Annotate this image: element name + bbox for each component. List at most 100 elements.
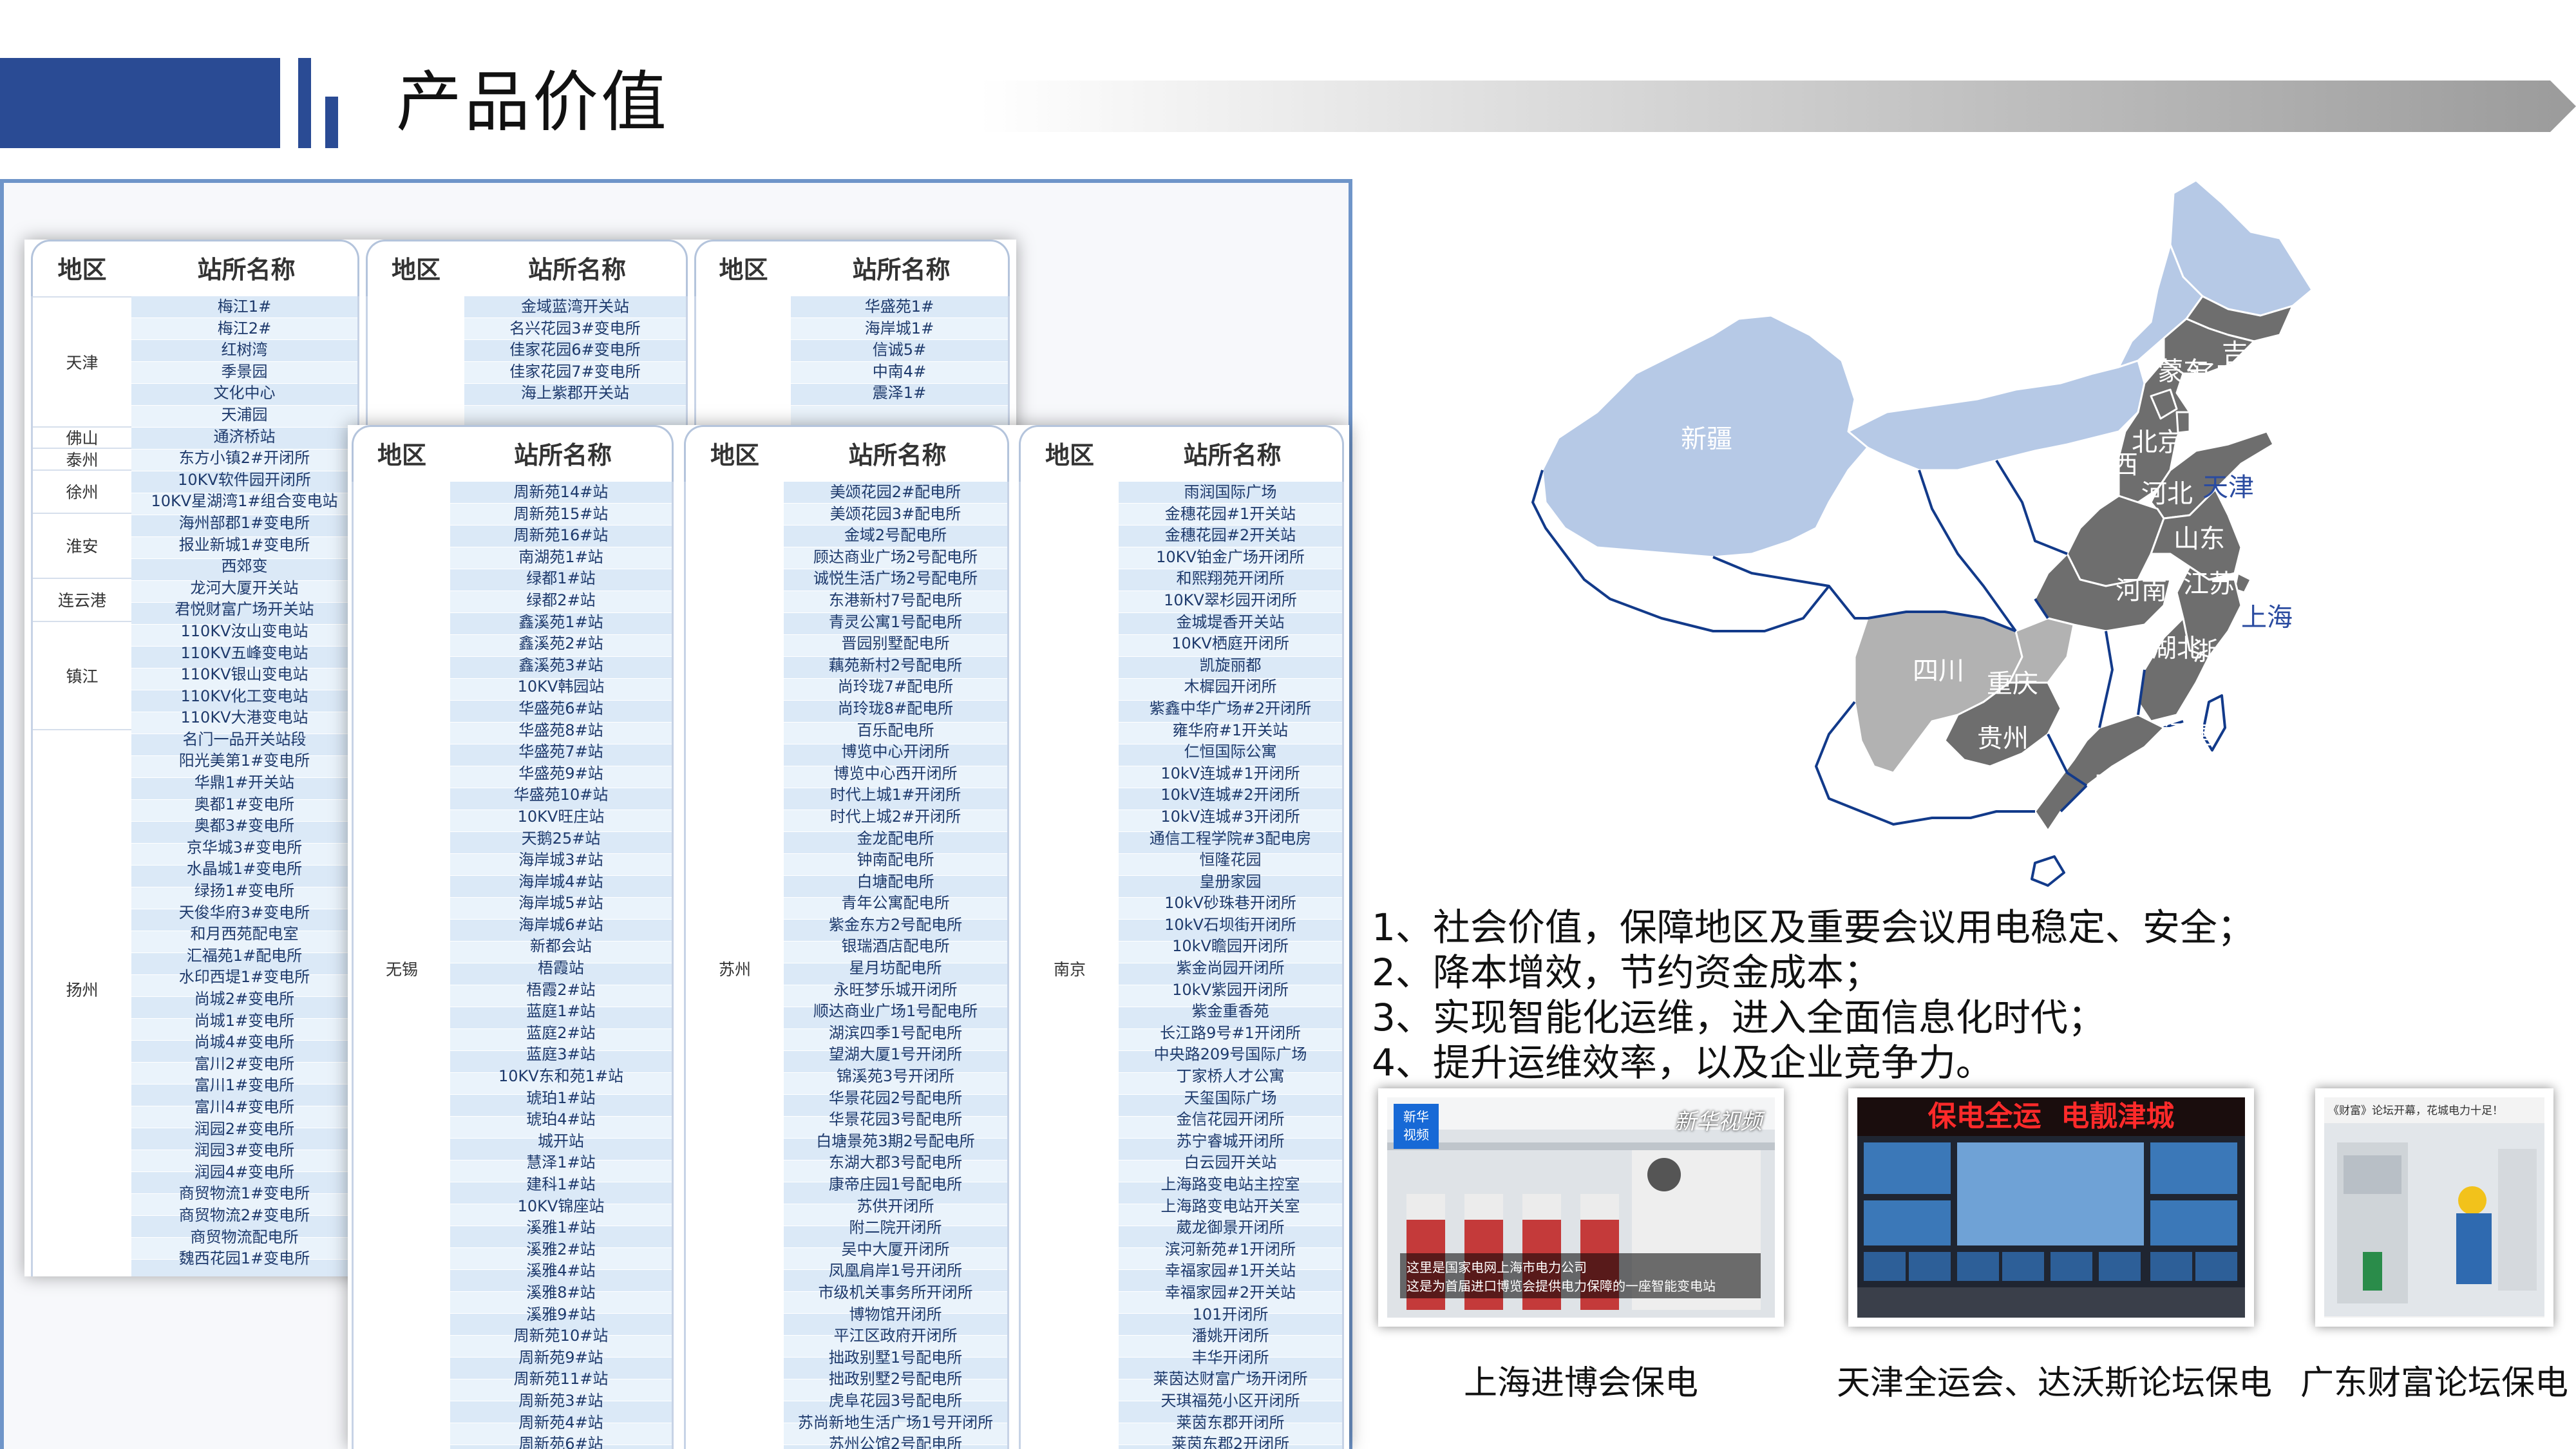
- station-name-cell: 天鹅25#站: [521, 829, 601, 848]
- photo-caption: 上海进博会保电: [1463, 1364, 1698, 1403]
- station-name-cell: 溪雅4#站: [526, 1262, 596, 1280]
- station-name-cell: 10KV韩园站: [517, 677, 605, 696]
- map-label-xinjiang: 新疆: [1681, 424, 1732, 454]
- region-cell: 徐州: [33, 469, 131, 513]
- map-label-tianjin: 天津: [2202, 473, 2254, 502]
- photo-guangdong-fortune-forum: 《财富》论坛开幕，花城电力十足！: [2315, 1088, 2553, 1327]
- region-cell: 无锡: [385, 960, 418, 979]
- station-name-cell: 周新苑16#站: [513, 526, 609, 545]
- station-name-cell: 晋园别墅配电所: [841, 634, 950, 653]
- station-name-cell: 华盛苑9#站: [518, 764, 603, 782]
- station-name-cell: 海岸城6#站: [518, 915, 603, 934]
- station-name-cell: 富川4#变电所: [194, 1097, 295, 1116]
- station-name-cell: 通信工程学院#3配电房: [1149, 829, 1312, 848]
- station-name-cell: 龙河大厦开关站: [190, 578, 299, 597]
- island-hainan: [2031, 855, 2065, 887]
- station-name-cell: 富川2#变电所: [194, 1054, 295, 1073]
- station-table-front: 地区 站所名称 周新苑14#站 周新苑15#站 周新苑16#站 南湖苑1#站 绿都1#站 绿都…: [348, 425, 1349, 1449]
- header-accent-line: [298, 58, 311, 148]
- station-name-cell: 10KV栖庭开闭所: [1171, 634, 1289, 653]
- station-name-cell: 10KV铂金广场开闭所: [1156, 547, 1305, 566]
- station-name-cell: 华景花园3号配电所: [828, 1110, 963, 1129]
- photo-caption: 广东财富论坛保电: [2300, 1364, 2568, 1403]
- table-column-group: 地区 站所名称 梅江1# 梅江2# 红树湾 季景园 文化中心 天浦园 通济桥站 东方小镇2#开闭所…: [31, 240, 359, 1276]
- station-name-cell: 梅江2#: [217, 319, 272, 337]
- table-header: 地区 站所名称: [684, 425, 1009, 482]
- station-name-cell: 海岸城5#站: [518, 894, 603, 913]
- region-cell: 扬州: [33, 729, 131, 1248]
- photo-caption: 天津全运会、达沃斯论坛保电: [1836, 1364, 2272, 1403]
- photo-tianjin-control-room: 保电全运 电靓津城: [1848, 1088, 2254, 1327]
- map-label-shandong: 山东: [2174, 524, 2225, 554]
- table-body: 周新苑14#站 周新苑15#站 周新苑16#站 南湖苑1#站 绿都1#站 绿都2#站 鑫溪苑…: [352, 482, 674, 1449]
- station-name-cell: 名兴花园3#变电所: [509, 319, 641, 337]
- station-name-cell: 梅江1#: [217, 298, 272, 316]
- station-name-cell: 10KV旺庄站: [517, 807, 605, 826]
- station-name-cell: 仁恒国际公寓: [1184, 743, 1277, 761]
- table-column-group: 地区 站所名称 美颂花园2#配电所 美颂花园3#配电所 金域2号配电所 顾达商业广场2号配…: [684, 425, 1009, 1449]
- station-name-cell: 美颂花园2#配电所: [829, 483, 961, 501]
- station-name-cell: 华盛苑6#站: [518, 699, 603, 717]
- station-name-cell: 博览中心开闭所: [841, 743, 950, 761]
- china-coverage-map: 黑龙江 吉林 辽宁 蒙东 蒙西 新疆 北京 天津 河北 山东 河南 江苏 上海 …: [1531, 179, 2412, 887]
- station-name-cell: 金信花园开闭所: [1176, 1110, 1285, 1129]
- header-station-name: 站所名称: [197, 256, 296, 284]
- value-point: 3、实现智能化运维，进入全面信息化时代；: [1372, 996, 2105, 1039]
- station-name-cell: 10KV翠杉园开闭所: [1164, 591, 1297, 609]
- station-name-cell: 和熙翔苑开闭所: [1176, 569, 1285, 588]
- station-name-cell: 周新苑4#站: [518, 1413, 603, 1432]
- station-name-cell: 华景花园2号配电所: [828, 1088, 963, 1107]
- monitor-wall: [1857, 1136, 2245, 1318]
- station-name-cell: 10kV紫园开闭所: [1172, 980, 1289, 999]
- station-name-cell: 润园2#变电所: [194, 1119, 295, 1138]
- station-name-cell: 润园4#变电所: [194, 1162, 295, 1181]
- station-name-cell: 商贸物流1#变电所: [178, 1184, 310, 1203]
- video-subtitle: 这里是国家电网上海市电力公司 这是为首届进口博览会提供电力保障的一座智能变电站: [1400, 1253, 1761, 1298]
- station-name-cell: 阳光美第1#变电所: [178, 752, 310, 770]
- station-name-cell: 10KV软件园开闭所: [178, 470, 311, 489]
- station-name-cell: 白塘配电所: [857, 872, 934, 891]
- station-name-cell: 锦溪苑3号开闭所: [836, 1067, 955, 1086]
- table-header: 地区 站所名称: [694, 240, 1010, 296]
- station-list: 美颂花园2#配电所 美颂花园3#配电所 金域2号配电所 顾达商业广场2号配电所 诚悦生活…: [784, 482, 1007, 1449]
- station-name-cell: 梧霞站: [538, 959, 584, 978]
- map-label-zhejiang: 浙江: [2193, 637, 2244, 667]
- station-name-cell: 博览中心西开闭所: [833, 764, 958, 782]
- station-name-cell: 周新苑9#站: [518, 1348, 603, 1367]
- map-label-guizhou: 贵州: [1977, 724, 2029, 753]
- station-name-cell: 水晶城1#变电所: [186, 860, 303, 878]
- station-name-cell: 藕苑新村2号配电所: [828, 656, 963, 674]
- station-name-cell: 蓝庭2#站: [526, 1023, 596, 1042]
- station-name-cell: 雍华府#1开关站: [1172, 721, 1289, 739]
- station-name-cell: 苏尚新地生活广场1号开闭所: [797, 1413, 994, 1432]
- station-name-cell: 尚城2#变电所: [194, 990, 295, 1008]
- station-name-cell: 通济桥站: [213, 427, 276, 446]
- station-name-cell: 顾达商业广场2号配电所: [813, 547, 978, 566]
- station-name-cell: 绿扬1#变电所: [194, 882, 295, 900]
- engineer-scene: [2324, 1123, 2544, 1316]
- map-label-hebei: 河北: [2141, 479, 2193, 509]
- station-name-cell: 华盛苑8#站: [518, 721, 603, 739]
- station-name-cell: 魏西花园1#变电所: [178, 1249, 310, 1268]
- header-arrow-decoration: [979, 80, 2576, 132]
- region-cell: 镇江: [33, 621, 131, 729]
- station-name-cell: 周新苑10#站: [513, 1327, 609, 1345]
- station-name-cell: 110KV汝山变电站: [180, 621, 308, 640]
- station-name-cell: 长江路9号#1开闭所: [1160, 1023, 1301, 1042]
- station-name-cell: 美颂花园3#配电所: [829, 504, 961, 523]
- station-name-cell: 滨河新苑#1开闭所: [1164, 1240, 1296, 1258]
- station-name-cell: 拙政别墅1号配电所: [828, 1348, 963, 1367]
- station-name-cell: 天浦园: [221, 405, 268, 424]
- station-name-cell: 慧泽1#站: [526, 1153, 596, 1172]
- header-region: 地区: [391, 256, 440, 284]
- station-name-cell: 海上紫郡开关站: [521, 384, 629, 402]
- station-name-cell: 紫金尚园开闭所: [1176, 959, 1285, 978]
- station-name-cell: 上海路变电站开关室: [1160, 1197, 1300, 1215]
- subtitle-line: 这是为首届进口博览会提供电力保障的一座智能变电站: [1406, 1278, 1716, 1294]
- map-label-guangdong: 广东: [2093, 769, 2145, 799]
- station-name-cell: 苏州公馆2号配电所: [828, 1435, 963, 1449]
- station-name-cell: 鑫溪苑1#站: [518, 612, 603, 631]
- station-name-cell: 华鼎1#开关站: [194, 773, 295, 792]
- station-name-cell: 南湖苑1#站: [518, 547, 603, 566]
- station-name-cell: 紫金东方2号配电所: [828, 915, 963, 934]
